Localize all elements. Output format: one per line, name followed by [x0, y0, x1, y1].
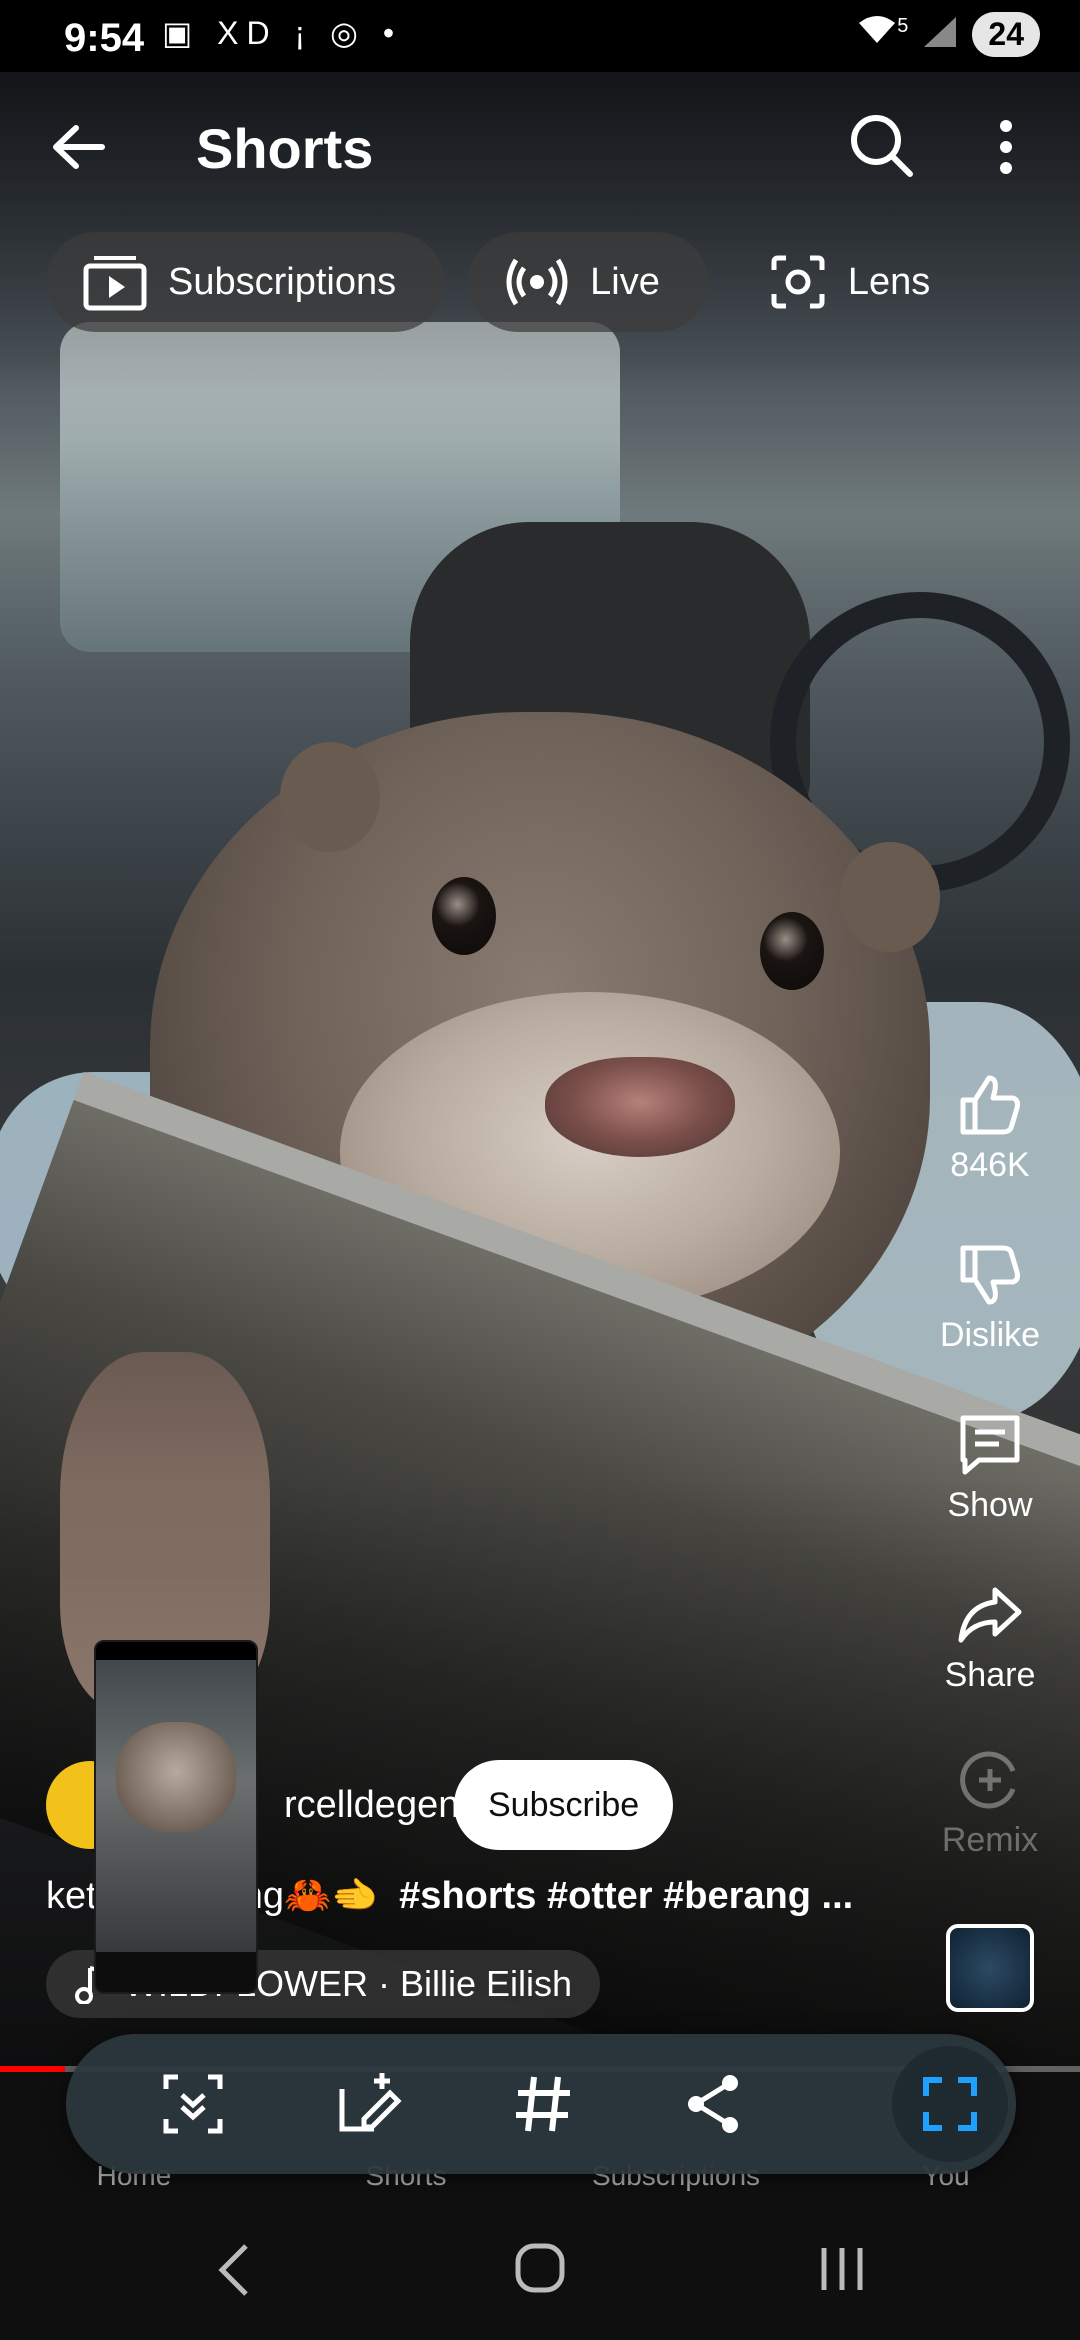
share-button[interactable]: Share [930, 1580, 1050, 1695]
edit-draw-icon[interactable] [334, 2069, 404, 2139]
comment-icon [960, 1415, 1020, 1475]
preview-status-bar [96, 1642, 256, 1660]
lens-icon [771, 255, 825, 309]
chip-lens[interactable]: Lens [732, 232, 978, 332]
system-home-icon[interactable] [514, 2242, 566, 2294]
status-time: 9:54 [64, 16, 145, 60]
preview-nav [96, 1952, 256, 1992]
notification-icons: ▣ XD ¡ ◎ • [162, 15, 403, 51]
dislike-label: Dislike [939, 1316, 1041, 1354]
otter-ear-left [280, 742, 380, 852]
crop-frame-icon [923, 2077, 977, 2131]
chip-subscriptions[interactable]: Subscriptions [46, 232, 445, 332]
remix-button[interactable]: Remix [930, 1745, 1050, 1860]
preview-otter [116, 1722, 236, 1832]
status-bar: 9:54 ▣ XD ¡ ◎ • 5 24 [0, 0, 1080, 72]
otter-eye-left [432, 877, 496, 955]
wifi-icon [855, 13, 899, 56]
comments-button[interactable]: Show [930, 1410, 1050, 1525]
scroll-capture-icon[interactable] [158, 2069, 228, 2139]
subscriptions-icon [83, 256, 147, 311]
system-recents-icon[interactable] [818, 2244, 866, 2294]
like-button[interactable]: 846K [930, 1070, 1050, 1185]
search-icon[interactable] [846, 110, 916, 180]
sound-thumbnail[interactable] [946, 1924, 1034, 2012]
chip-label: Subscriptions [168, 260, 397, 303]
subscribe-button[interactable]: Subscribe [454, 1760, 674, 1850]
remix-label: Remix [941, 1821, 1039, 1859]
chip-label: Live [590, 260, 660, 303]
otter-ear-right [840, 842, 940, 952]
page-title: Shorts [196, 117, 374, 180]
share-label: Share [944, 1656, 1036, 1694]
screenshot-preview-thumbnail[interactable] [94, 1640, 258, 1994]
system-navigation-bar [0, 2192, 1080, 2340]
screenshot-toolbar [66, 2034, 1016, 2174]
chip-label: Lens [847, 260, 931, 303]
filter-chips: Subscriptions Live Lens [46, 232, 978, 332]
share-arrow-icon [958, 1587, 1022, 1643]
thumbs-up-icon [960, 1075, 1020, 1135]
caption-hashtags[interactable]: #shorts #otter #berang ... [399, 1875, 853, 1917]
shorts-header: Shorts [0, 72, 1080, 222]
comments-label: Show [947, 1486, 1033, 1524]
dislike-button[interactable]: Dislike [930, 1240, 1050, 1355]
thumbs-down-icon [960, 1245, 1020, 1305]
system-back-icon[interactable] [214, 2242, 254, 2298]
otter-eye-right [760, 912, 824, 990]
channel-name[interactable]: rcelldegen [284, 1784, 459, 1827]
signal-icon [922, 15, 958, 54]
otter-nose [545, 1057, 735, 1157]
back-arrow-icon[interactable] [44, 112, 114, 182]
live-icon [506, 258, 568, 306]
like-count: 846K [950, 1146, 1030, 1184]
share-icon[interactable] [678, 2069, 748, 2139]
wifi-band-label: 5 [897, 15, 909, 37]
remix-icon [960, 1751, 1016, 1809]
more-options-icon[interactable] [986, 112, 1026, 182]
chip-live[interactable]: Live [468, 232, 708, 332]
hashtag-icon[interactable] [508, 2069, 578, 2139]
battery-badge: 24 [972, 12, 1040, 57]
crop-button[interactable] [892, 2046, 1008, 2162]
caption-prefix: ket [46, 1875, 97, 1917]
